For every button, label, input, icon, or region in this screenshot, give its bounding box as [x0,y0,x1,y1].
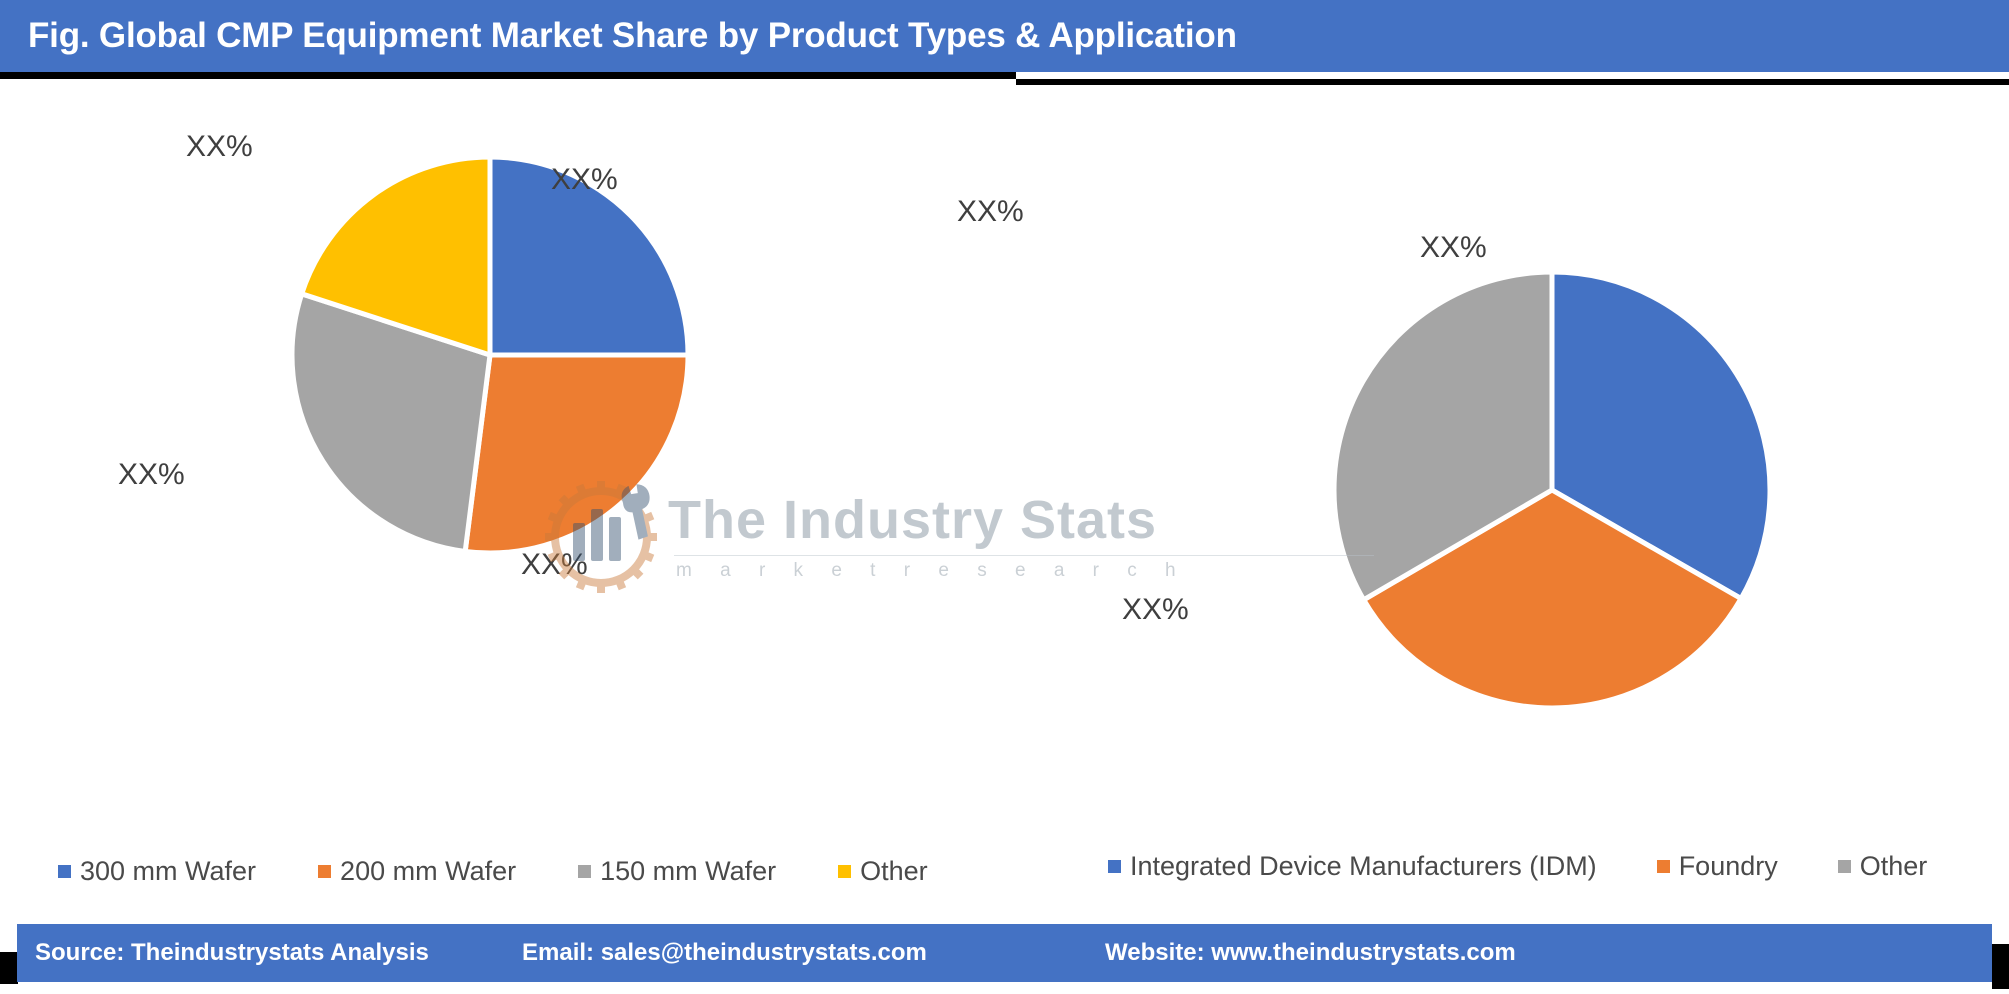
pie-left-label-1: XX% [521,548,588,581]
legend-swatch-icon [1108,860,1121,873]
page-title: Fig. Global CMP Equipment Market Share b… [28,16,1237,55]
pie-right-svg [1331,269,1773,711]
watermark-divider [674,555,1374,557]
legend-label: 150 mm Wafer [600,856,777,886]
legend-swatch-icon [1656,860,1670,873]
pie-slice-200-mm-wafer[interactable] [462,352,691,556]
pie-left-label-3: XX% [186,130,253,163]
legend-label: Foundry [1678,851,1778,881]
pie-left-label-2: XX% [118,458,185,491]
legend-item-other[interactable]: Other [1837,851,1928,882]
legend-item-200mm-wafer[interactable]: 200 mm Wafer [318,856,516,887]
footer-tab-left [0,952,18,984]
legend-product-types: 300 mm Wafer 200 mm Wafer 150 mm Wafer O… [58,856,990,887]
footer-bar: Source: Theindustrystats Analysis Email:… [17,924,1992,982]
legend-item-idm[interactable]: Integrated Device Manufacturers (IDM) [1108,851,1597,882]
legend-label: 200 mm Wafer [340,856,517,886]
pie-left-label-0: XX% [551,163,618,196]
footer-email[interactable]: Email: sales@theindustrystats.com [522,939,927,967]
legend-item-foundry[interactable]: Foundry [1656,851,1778,882]
footer-source: Source: Theindustrystats Analysis [35,939,429,966]
pie-chart-application [1331,269,1773,711]
watermark-text: The Industry Stats m a r k e t r e s e a… [668,489,1374,583]
legend-application: Integrated Device Manufacturers (IDM) Fo… [1108,851,1987,882]
pie-right-label-2: XX% [957,195,1024,228]
header-bar: Fig. Global CMP Equipment Market Share b… [0,0,2009,72]
pie-right-label-0: XX% [1420,231,1487,264]
pie-left-svg [289,154,691,556]
legend-label: Other [860,856,928,886]
watermark-subtitle: m a r k e t r e s e a r c h [676,560,1188,582]
legend-item-300mm-wafer[interactable]: 300 mm Wafer [58,856,256,887]
legend-swatch-icon [58,865,71,878]
footer-website[interactable]: Website: www.theindustrystats.com [1105,939,1516,967]
legend-item-150mm-wafer[interactable]: 150 mm Wafer [578,856,776,887]
pie-chart-product-types [289,154,691,556]
legend-item-other[interactable]: Other [838,856,928,887]
legend-swatch-icon [838,865,852,878]
header-rule-left [0,72,1016,79]
watermark-title: The Industry Stats [668,489,1158,550]
legend-label: Other [1859,851,1928,881]
legend-swatch-icon [1837,860,1851,873]
legend-swatch-icon [578,865,592,878]
pie-right-label-1: XX% [1122,593,1189,626]
footer-tab-right [1992,944,2009,989]
legend-label: Integrated Device Manufacturers (IDM) [1130,851,1597,881]
legend-swatch-icon [318,865,332,878]
chart-area: XX% XX% XX% XX% XX% XX% XX% The Industry… [0,85,2009,910]
legend-label: 300 mm Wafer [80,856,257,886]
